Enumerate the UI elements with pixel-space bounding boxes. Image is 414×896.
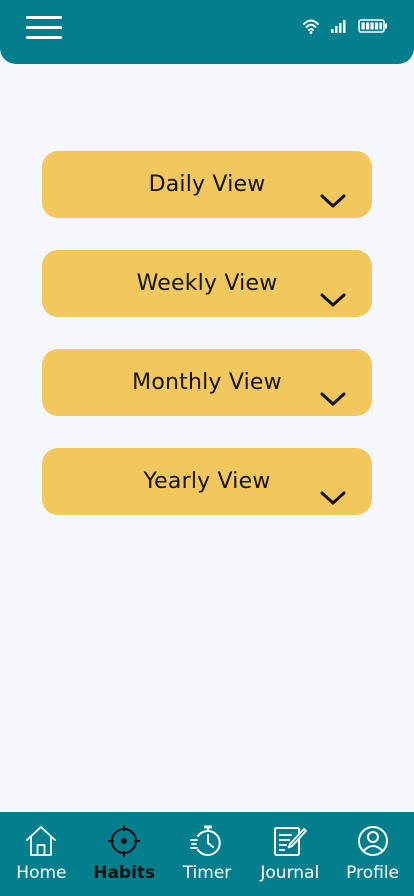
profile-icon xyxy=(356,824,390,858)
weekly-view-button[interactable]: Weekly View xyxy=(42,250,372,317)
stopwatch-icon xyxy=(190,824,224,858)
nav-label: Journal xyxy=(260,863,320,883)
nav-item-home[interactable]: Home xyxy=(0,812,83,896)
nav-item-profile[interactable]: Profile xyxy=(331,812,414,896)
target-icon xyxy=(107,824,141,858)
nav-item-timer[interactable]: Timer xyxy=(166,812,249,896)
wifi-icon xyxy=(302,18,320,34)
chevron-down-icon[interactable] xyxy=(320,193,346,209)
journal-edit-icon xyxy=(273,824,307,858)
signal-icon xyxy=(330,18,348,34)
chevron-down-icon[interactable] xyxy=(320,490,346,506)
nav-label: Habits xyxy=(93,863,156,883)
monthly-view-button[interactable]: Monthly View xyxy=(42,349,372,416)
yearly-view-button[interactable]: Yearly View xyxy=(42,448,372,515)
nav-label: Profile xyxy=(346,863,400,883)
home-icon xyxy=(24,824,58,858)
top-app-bar xyxy=(0,0,414,64)
battery-icon xyxy=(358,18,388,34)
view-list: Daily View Weekly View Monthly View Year… xyxy=(42,151,372,547)
chevron-down-icon[interactable] xyxy=(320,391,346,407)
nav-item-habits[interactable]: Habits xyxy=(83,812,166,896)
nav-item-journal[interactable]: Journal xyxy=(248,812,331,896)
nav-label: Timer xyxy=(182,863,232,883)
daily-view-button[interactable]: Daily View xyxy=(42,151,372,218)
nav-label: Home xyxy=(16,863,67,883)
bottom-navigation: Home Habits Timer Journal Profile xyxy=(0,812,414,896)
status-icons xyxy=(302,17,388,35)
chevron-down-icon[interactable] xyxy=(320,292,346,308)
hamburger-menu-icon[interactable] xyxy=(24,14,64,42)
